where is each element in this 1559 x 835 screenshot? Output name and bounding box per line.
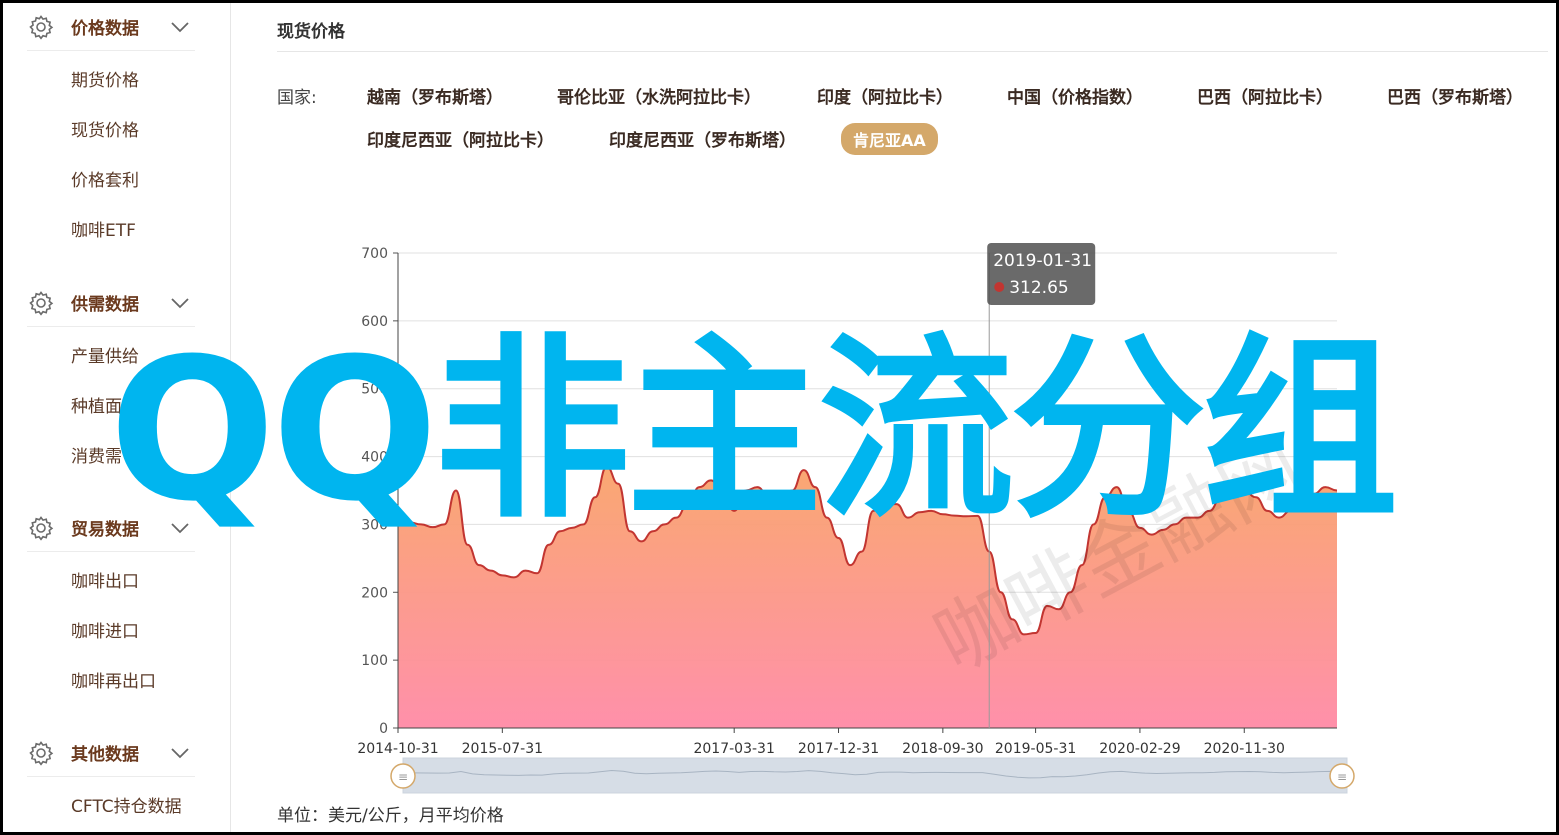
x-tick-label: 2020-11-30 (1204, 741, 1285, 757)
country-tab-9[interactable]: 肯尼亚AA (841, 123, 938, 155)
sidebar-group-1[interactable]: 价格数据 (27, 3, 195, 51)
sidebar-item[interactable]: 现货价格 (71, 116, 139, 141)
x-tick-label: 2014-10-31 (357, 741, 438, 757)
sidebar-group-title: 价格数据 (71, 19, 139, 39)
page-title: 现货价格 (277, 22, 345, 42)
chevron-down-icon (171, 21, 189, 32)
x-tick-label: 2019-05-31 (995, 741, 1076, 757)
x-tick-label: 2017-12-31 (798, 741, 879, 757)
x-tick-label: 2020-02-29 (1099, 741, 1180, 757)
country-tab-3[interactable]: 印度（阿拉比卡） (817, 83, 953, 108)
country-tab-7[interactable]: 印度尼西亚（阿拉比卡） (367, 126, 554, 151)
chevron-down-icon (171, 747, 189, 758)
country-tab-6[interactable]: 巴西（罗布斯塔） (1387, 83, 1523, 108)
country-tab-5[interactable]: 巴西（阿拉比卡） (1197, 83, 1333, 108)
x-tick-label: 2017-03-31 (693, 741, 774, 757)
unit-note: 单位：美元/公斤，月平均价格 (277, 806, 504, 826)
sidebar-item[interactable]: 价格套利 (71, 166, 139, 191)
sidebar-item[interactable]: 咖啡ETF (71, 216, 136, 241)
chevron-down-icon (171, 297, 189, 308)
overlay-text: QQ非主流分组 (109, 317, 1398, 545)
y-tick-label: 200 (361, 585, 388, 601)
zoom-handle-start-label: ≡ (398, 770, 408, 784)
gear-icon (27, 739, 55, 767)
title-divider (277, 51, 1548, 52)
zoom-handle-end-label: ≡ (1337, 770, 1347, 784)
country-label: 国家: (277, 88, 317, 108)
sidebar-item[interactable]: 咖啡再出口 (71, 667, 156, 692)
gear-icon (27, 514, 55, 542)
tooltip-value: 312.65 (1009, 278, 1068, 298)
country-tab-4[interactable]: 中国（价格指数） (1007, 83, 1143, 108)
country-tab-1[interactable]: 越南（罗布斯塔） (367, 83, 503, 108)
app-window: 价格数据 期货价格 现货价格 价格套利 咖啡ETF 供需数据 产量供给 种植面 消费需 贸易数据咖… (3, 3, 1556, 832)
sidebar-item[interactable]: CFTC持仓数据 (71, 792, 182, 817)
y-tick-label: 100 (361, 653, 388, 669)
sidebar-group-title: 其他数据 (71, 745, 139, 765)
zoom-slider-track[interactable] (402, 757, 1348, 794)
x-tick-label: 2018-09-30 (902, 741, 983, 757)
sidebar-item[interactable]: 咖啡进口 (71, 617, 139, 642)
y-tick-label: 700 (361, 246, 388, 262)
tooltip-marker (994, 282, 1005, 292)
gear-icon (27, 13, 55, 41)
country-tab-2[interactable]: 哥伦比亚（水洗阿拉比卡） (557, 83, 761, 108)
sidebar-group-title: 供需数据 (71, 295, 139, 315)
gear-icon (27, 289, 55, 317)
sidebar-item[interactable]: 期货价格 (71, 66, 139, 91)
sidebar-group-4[interactable]: 其他数据 (27, 729, 195, 777)
x-tick-label: 2015-07-31 (462, 741, 543, 757)
tooltip-date: 2019-01-31 (993, 251, 1092, 271)
sidebar-item[interactable]: 咖啡出口 (71, 567, 139, 592)
country-tab-8[interactable]: 印度尼西亚（罗布斯塔） (609, 126, 796, 151)
y-tick-label: 0 (379, 721, 388, 737)
